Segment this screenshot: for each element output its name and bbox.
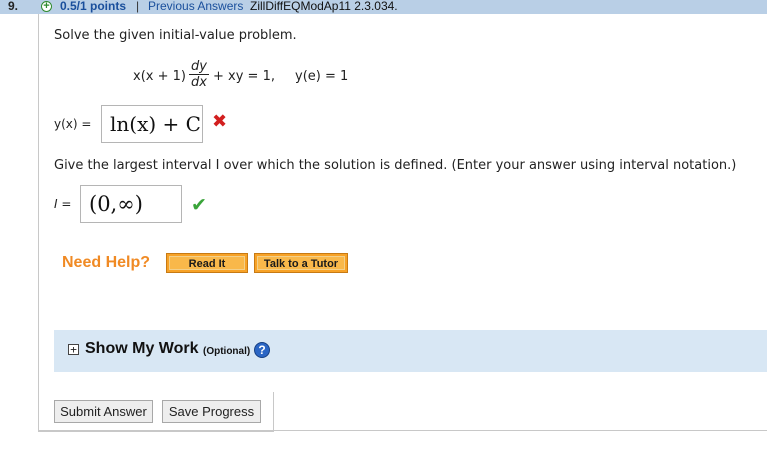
expand-plus-icon[interactable]: +	[68, 344, 79, 355]
save-progress-button[interactable]: Save Progress	[162, 400, 261, 423]
fraction-numerator: dy	[189, 60, 209, 75]
read-it-label: Read It	[169, 256, 245, 270]
y-answer-label: y(x) =	[54, 117, 92, 131]
previous-answers-link[interactable]: Previous Answers	[148, 0, 243, 13]
show-my-work-title[interactable]: Show My Work	[85, 340, 199, 358]
need-help-title: Need Help?	[62, 254, 151, 271]
plus-circle-icon: +	[41, 1, 52, 12]
check-icon: ✔	[191, 194, 207, 216]
points-score: 0.5/1 points	[60, 0, 127, 13]
submit-answer-button[interactable]: Submit Answer	[54, 400, 153, 423]
initial-condition: y(e) = 1	[295, 69, 349, 84]
interval-prompt: Give the largest interval I over which t…	[54, 158, 737, 173]
optional-label: (Optional)	[203, 346, 251, 357]
equation-rhs: + xy = 1,	[213, 69, 275, 84]
equation-lhs: x(x + 1)	[133, 69, 186, 84]
talk-to-tutor-button[interactable]: Talk to a Tutor	[254, 253, 348, 273]
cross-icon: ✖	[212, 111, 228, 132]
question-number: 9.	[8, 0, 19, 13]
problem-prompt: Solve the given initial-value problem.	[54, 28, 297, 43]
question-id: ZillDiffEQModAp11 2.3.034.	[250, 0, 398, 13]
interval-label: I =	[54, 197, 72, 211]
interval-answer-field[interactable]: (0,∞)	[80, 185, 182, 223]
derivative-fraction: dy dx	[189, 60, 209, 90]
y-answer-field[interactable]: ln(x) + C	[101, 105, 203, 143]
show-my-work-panel[interactable]: + Show My Work (Optional) ?	[54, 330, 767, 372]
question-header: 9. + 0.5/1 points | Previous Answers Zil…	[0, 0, 767, 14]
read-it-button[interactable]: Read It	[166, 253, 248, 273]
help-question-icon[interactable]: ?	[254, 342, 270, 358]
talk-to-tutor-label: Talk to a Tutor	[257, 256, 345, 270]
header-separator: |	[136, 0, 140, 13]
fraction-denominator: dx	[191, 75, 207, 90]
